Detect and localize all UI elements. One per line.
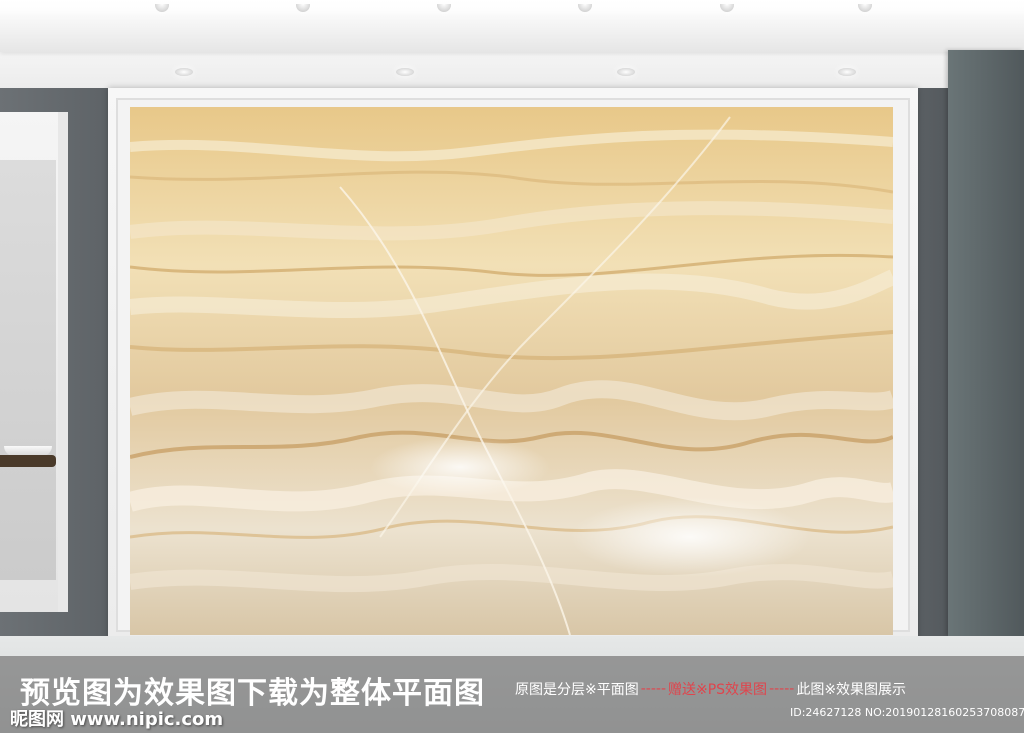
- banner-notes: 原图是分层※平面图 ----- 赠送※PS效果图 ----- 此图※效果图展示: [515, 679, 1015, 699]
- banner-dashes: -----: [769, 681, 795, 697]
- room-scene: 预览图为效果图下载为整体平面图 原图是分层※平面图 ----- 赠送※PS效果图…: [0, 0, 1024, 733]
- banner-dashes: -----: [640, 681, 666, 697]
- banner-note-left: 原图是分层※平面图: [515, 682, 639, 698]
- ceiling-trim: [0, 14, 1024, 52]
- bathroom-view: [0, 160, 56, 580]
- right-wall-panel: [948, 50, 1024, 636]
- sink-counter: [0, 455, 56, 467]
- banner-note-right: 此图※效果图展示: [796, 682, 907, 698]
- onyx-marble-mural: [130, 107, 893, 635]
- downlight-icon: [396, 68, 414, 76]
- image-id-text: ID:24627128 NO:20190128160253708087: [790, 706, 1024, 719]
- marble-veins: [130, 107, 893, 635]
- downlight-icon: [175, 68, 193, 76]
- site-watermark: 昵图网 www.nipic.com: [10, 709, 224, 730]
- banner-note-gift: 赠送※PS效果图: [668, 682, 768, 698]
- downlight-icon: [617, 68, 635, 76]
- downlight-icon: [838, 68, 856, 76]
